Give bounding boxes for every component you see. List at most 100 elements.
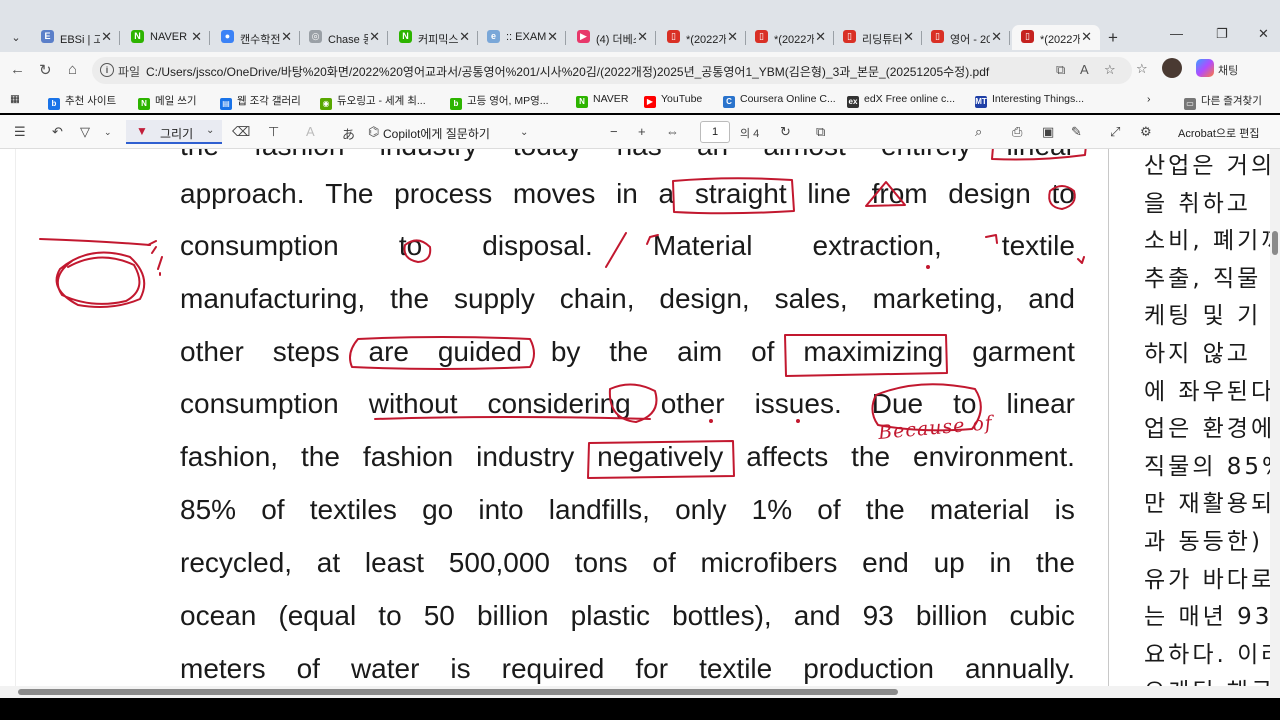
word: from (871, 178, 928, 209)
bookmark-item[interactable]: b 추천 사이트 (48, 93, 116, 110)
tab-close-icon[interactable]: ✕ (727, 29, 738, 45)
korean-line: 추출, 직물 (1144, 265, 1262, 292)
bookmark-item[interactable]: ◉ 듀오링고 - 세계 최... (320, 93, 426, 110)
tab-close-icon[interactable]: ✕ (101, 29, 112, 45)
word: entirely (881, 149, 971, 163)
word: aim (677, 336, 723, 367)
tab-close-icon[interactable]: ✕ (637, 29, 648, 45)
vertical-scrollbar[interactable] (1270, 149, 1280, 686)
word: sales, (774, 283, 848, 314)
browser-tab[interactable]: ▯ *(2022개 ✕ (658, 25, 746, 50)
browser-tab[interactable]: ● 캔수학전 ✕ (212, 25, 300, 50)
word: Material (652, 230, 753, 261)
browser-tab[interactable]: ◎ Chase 동 ✕ (300, 25, 388, 50)
text-box-icon[interactable]: ⊤ (268, 124, 279, 140)
browser-tab[interactable]: E EBSi | 고1✕ (32, 25, 120, 50)
tab-close-icon[interactable]: ✕ (991, 29, 1002, 45)
translate-icon[interactable]: ⧉ (1056, 62, 1065, 78)
word: annually. (964, 653, 1075, 684)
save-icon[interactable]: ▣ (1042, 124, 1054, 140)
tab-separator (209, 31, 210, 45)
bookmark-item[interactable]: ex edX Free online c... (847, 93, 955, 108)
tab-close-icon[interactable]: ✕ (903, 29, 914, 45)
favorite-star-icon[interactable]: ☆ (1104, 62, 1116, 78)
search-icon[interactable]: ⌕ (975, 124, 982, 140)
word: has (617, 149, 662, 163)
draw-button[interactable]: ▼ 그리기 ⌄ (126, 120, 222, 144)
more-bookmarks-chevron-icon[interactable]: › (1147, 93, 1151, 105)
horizontal-scrollbar[interactable] (0, 686, 1280, 698)
fullscreen-icon[interactable]: ⤢ (1110, 124, 1120, 140)
bookmark-item[interactable]: N NAVER (576, 93, 628, 108)
browser-tab[interactable]: ▯ *(2022개 ✕ (1012, 25, 1100, 50)
bookmark-item[interactable]: ▭ 다른 즐겨찾기 (1184, 93, 1262, 110)
browser-tab[interactable]: ▯ *(2022개 ✕ (746, 25, 834, 50)
tab-close-icon[interactable]: ✕ (1081, 29, 1092, 45)
korean-line: 과 동등한) (1144, 529, 1263, 555)
save-as-icon[interactable]: ✎ (1071, 124, 1082, 140)
refresh-icon[interactable]: ↻ (39, 61, 52, 79)
settings-gear-icon[interactable]: ⚙ (1140, 124, 1152, 140)
highlight-dropdown-icon[interactable]: ⌄ (104, 127, 112, 138)
page-view-icon[interactable]: ⧉ (816, 124, 825, 140)
tab-close-icon[interactable]: ✕ (547, 29, 558, 45)
word: The (325, 178, 374, 209)
bookmark-item[interactable]: b 고등 영어, MP영... (450, 93, 549, 110)
bookmark-favicon-icon: N (576, 96, 588, 108)
bookmark-item[interactable]: C Coursera Online C... (723, 93, 836, 108)
tab-close-icon[interactable]: ✕ (459, 29, 470, 45)
bookmark-item[interactable]: MT Interesting Things... (975, 93, 1084, 108)
bookmark-item[interactable]: ▤ 웹 조각 갤러리 (220, 93, 301, 110)
site-info-icon[interactable]: i (100, 63, 114, 77)
url-text[interactable]: C:/Users/jssco/OneDrive/바탕%20화면/2022%20영… (146, 63, 989, 80)
browser-tab[interactable]: N NAVER ✕ (122, 25, 210, 50)
browser-tab[interactable]: ▯ 리딩튜터 ✕ (834, 25, 922, 50)
profile-avatar[interactable] (1162, 58, 1182, 78)
chat-label[interactable]: 채팅 (1218, 62, 1238, 78)
pdf-viewport[interactable]: the fashion industry today has an almost entire… (0, 149, 1280, 686)
tab-close-icon[interactable]: ✕ (369, 29, 380, 45)
bookmark-label: Interesting Things... (992, 93, 1085, 105)
contents-list-icon[interactable]: ☰ (14, 124, 26, 140)
bookmark-item[interactable]: ▶ YouTube (644, 93, 702, 108)
browser-tab[interactable]: N 커피믹스 ✕ (390, 25, 478, 50)
page-number-input[interactable]: 1 (700, 121, 730, 143)
print-icon[interactable]: ⎙ (1012, 124, 1022, 140)
tab-actions-chevron-icon[interactable]: ⌄ (6, 28, 26, 48)
copilot-icon[interactable] (1196, 59, 1214, 77)
text-line: the fashion industry today has an almost entire… (180, 149, 1075, 163)
word: a (658, 178, 675, 209)
tab-close-icon[interactable]: ✕ (815, 29, 826, 45)
browser-tab[interactable]: ▯ 영어 - 20 ✕ (922, 25, 1010, 50)
new-tab-plus-icon[interactable]: + (1108, 28, 1118, 48)
rotate-icon[interactable]: ↻ (780, 124, 791, 140)
zoom-out-icon[interactable]: − (610, 124, 618, 139)
tab-close-icon[interactable]: ✕ (281, 29, 292, 45)
copilot-dropdown-icon[interactable]: ⌄ (520, 127, 528, 138)
eraser-icon[interactable]: ⌫ (232, 124, 250, 140)
back-arrow-icon[interactable]: ← (10, 61, 25, 78)
read-aloud-icon[interactable]: A (1080, 62, 1089, 77)
browser-toolbar: ← ↻ ⌂ i 파일 C:/Users/jssco/OneDrive/바탕%20… (0, 52, 1280, 88)
tab-close-icon[interactable]: ✕ (191, 29, 202, 45)
horizontal-scroll-thumb[interactable] (18, 689, 898, 695)
copilot-ask-button[interactable]: Copilot에게 질문하기 (383, 125, 490, 142)
bookmark-item[interactable]: N 메일 쓰기 (138, 93, 197, 110)
apps-grid-icon[interactable]: ▦ (10, 93, 20, 105)
minimize-icon[interactable]: — (1170, 26, 1183, 41)
word: bottles), (672, 600, 772, 631)
favorites-icon[interactable]: ☆ (1136, 61, 1148, 77)
close-window-icon[interactable]: ✕ (1258, 26, 1269, 42)
vertical-scroll-thumb[interactable] (1272, 231, 1278, 255)
acrobat-edit-button[interactable]: Acrobat으로 편집 (1178, 125, 1259, 141)
undo-icon[interactable]: ↶ (52, 124, 63, 140)
browser-tab[interactable]: ▶ (4) 더베스✕ (568, 25, 656, 50)
highlight-icon[interactable]: ▽ (80, 124, 90, 140)
home-icon[interactable]: ⌂ (68, 61, 77, 78)
maximize-icon[interactable]: ❐ (1216, 26, 1228, 42)
immersive-reader-icon[interactable]: あ (342, 124, 355, 143)
fit-width-icon[interactable]: ⇔ (666, 124, 679, 139)
address-bar[interactable]: i 파일 C:/Users/jssco/OneDrive/바탕%20화면/202… (92, 57, 1132, 84)
browser-tab[interactable]: e:: EXAM4Y✕ (478, 25, 566, 50)
zoom-in-icon[interactable]: + (638, 124, 646, 139)
